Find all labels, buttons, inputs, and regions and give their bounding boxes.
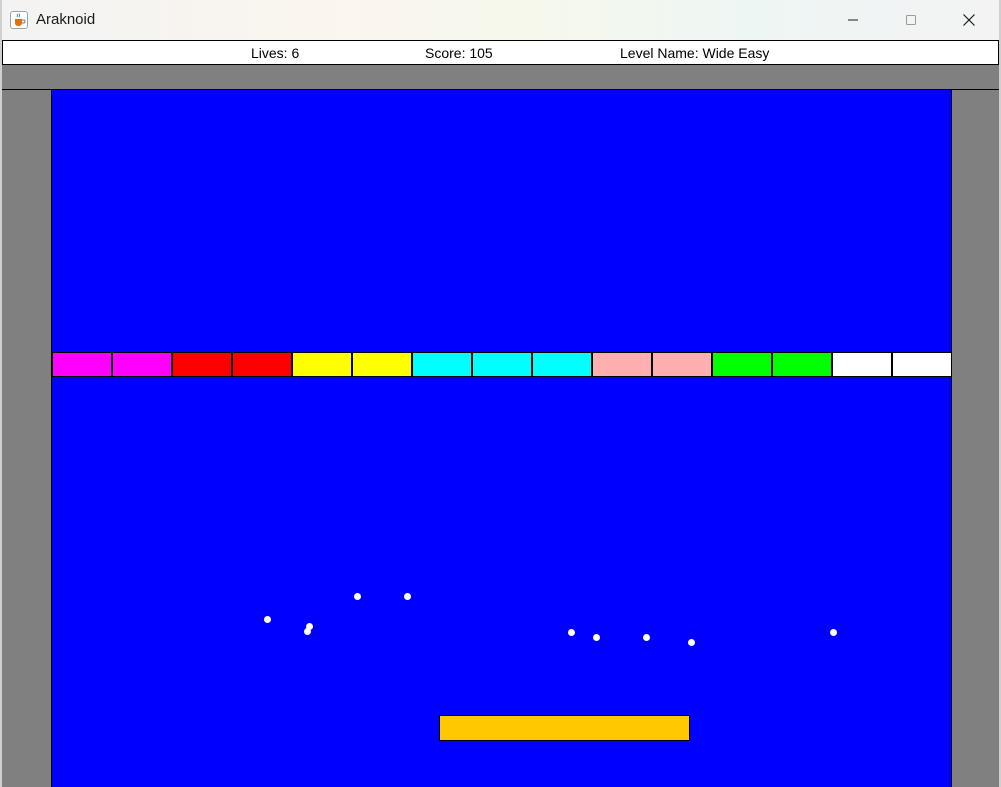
ball [354,593,361,600]
brick [232,352,292,377]
window-left-border [0,0,2,787]
ball [568,629,575,636]
brick [712,352,772,377]
maximize-icon [906,15,916,25]
game-canvas[interactable] [2,65,999,787]
brick [352,352,412,377]
java-cup-icon [10,11,28,29]
score-indicator: Score: 105 [425,45,493,61]
close-button[interactable] [940,0,998,40]
minimize-icon [848,19,858,21]
brick [532,352,592,377]
brick [832,352,892,377]
paddle[interactable] [439,715,690,741]
ball [264,616,271,623]
status-bar: Lives: 6 Score: 105 Level Name: Wide Eas… [2,40,999,65]
minimize-button[interactable] [824,0,882,40]
brick [892,352,952,377]
right-wall [951,90,999,787]
brick [592,352,652,377]
lives-indicator: Lives: 6 [251,45,300,61]
brick [112,352,172,377]
brick [292,352,352,377]
maximize-button[interactable] [882,0,940,40]
level-name-indicator: Level Name: Wide Easy [620,45,770,61]
ball [643,634,650,641]
window-title: Araknoid [36,11,96,28]
ball [593,634,600,641]
close-icon [963,14,975,26]
brick [412,352,472,377]
title-bar[interactable]: Araknoid [0,0,1001,40]
left-wall [2,90,52,787]
ball [688,639,695,646]
ball [404,593,411,600]
brick [52,352,112,377]
game-window: Araknoid Lives: 6 Score: 105 Level Name:… [0,0,1001,787]
brick [652,352,712,377]
brick [472,352,532,377]
brick [772,352,832,377]
play-field [52,90,952,787]
top-wall [2,65,999,90]
brick [172,352,232,377]
ball [306,623,313,630]
ball [830,629,837,636]
